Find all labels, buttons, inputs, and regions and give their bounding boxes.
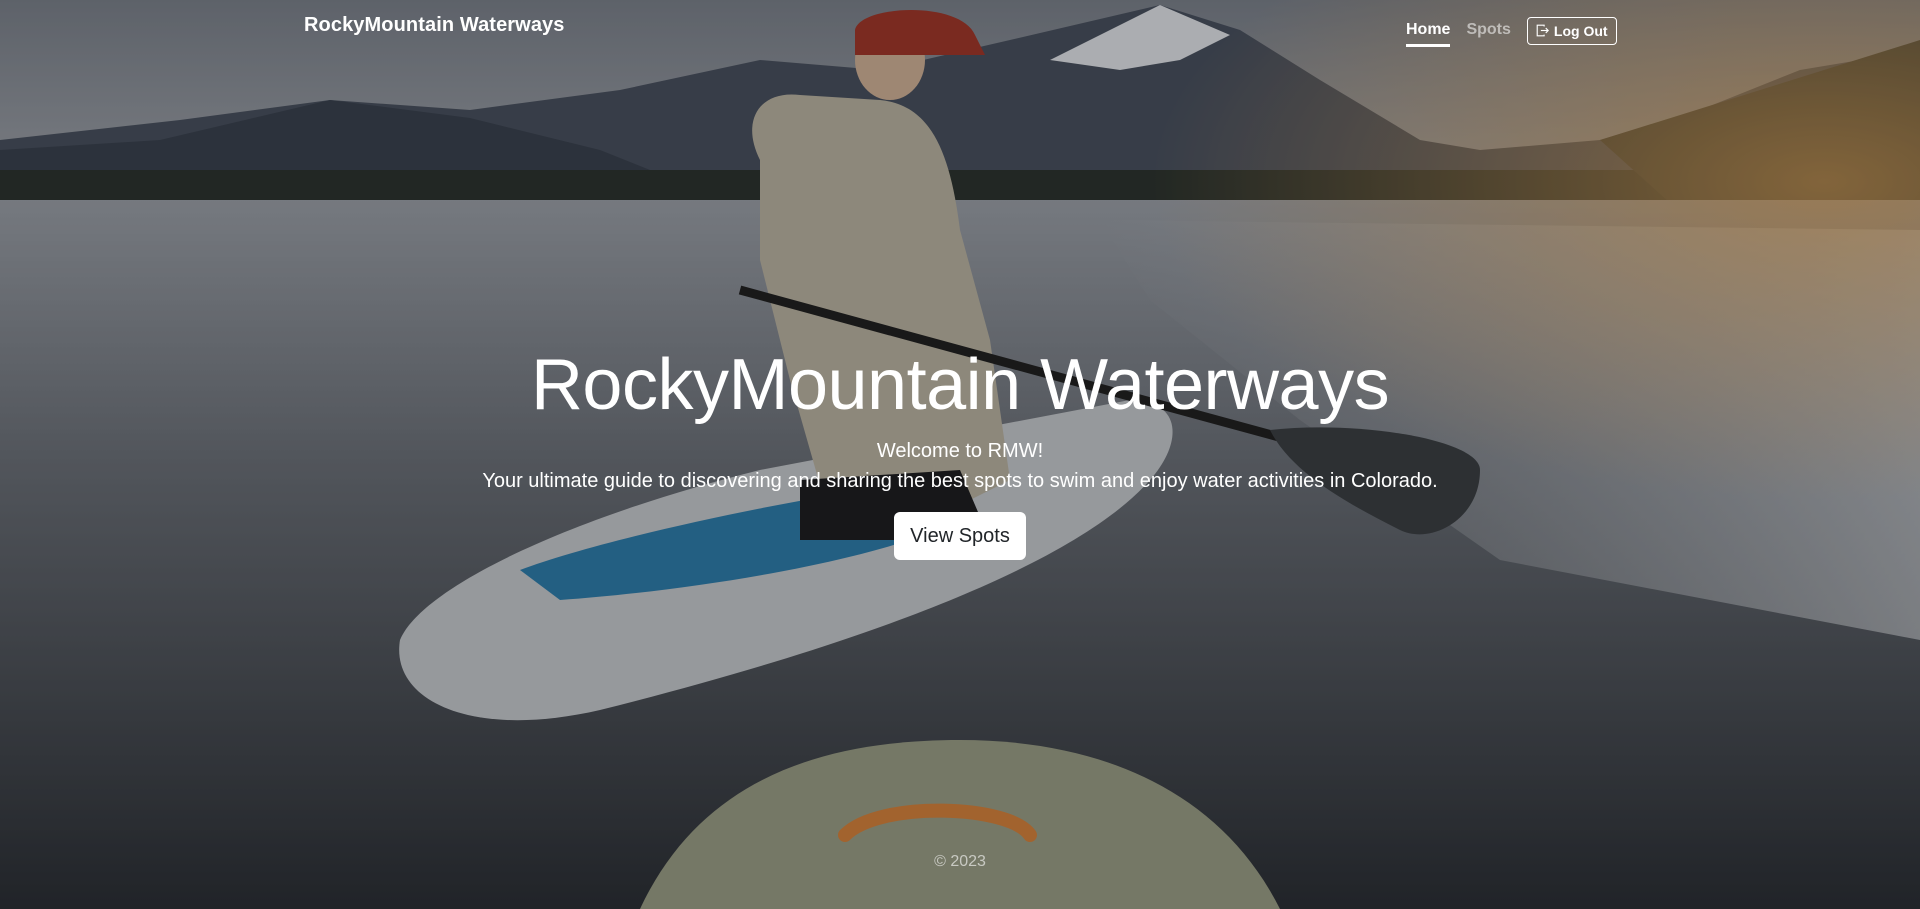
hero-welcome-text: Welcome to RMW! (876, 440, 1044, 462)
brand-logo-link[interactable]: RockyMountain Waterways (304, 14, 565, 37)
view-spots-button[interactable]: View Spots (894, 512, 1026, 560)
logout-button[interactable]: Log Out (1526, 16, 1617, 45)
hero-tagline: Your ultimate guide to discovering and s… (482, 470, 1438, 492)
nav-links: Home Spots Log Out (1406, 14, 1617, 47)
nav-spots-link[interactable]: Spots (1466, 21, 1510, 47)
nav-home-link[interactable]: Home (1406, 21, 1451, 47)
hero-title: RockyMountain Waterways (530, 345, 1390, 425)
box-arrow-right-icon (1536, 24, 1549, 37)
hero-content: RockyMountain Waterways Welcome to RMW! … (0, 340, 1920, 560)
logout-button-label: Log Out (1553, 22, 1608, 39)
footer-copyright: © 2023 (934, 853, 986, 870)
hero-section: RockyMountain Waterways Home Spots Log O… (0, 0, 1920, 909)
navbar: RockyMountain Waterways Home Spots Log O… (0, 0, 1920, 60)
